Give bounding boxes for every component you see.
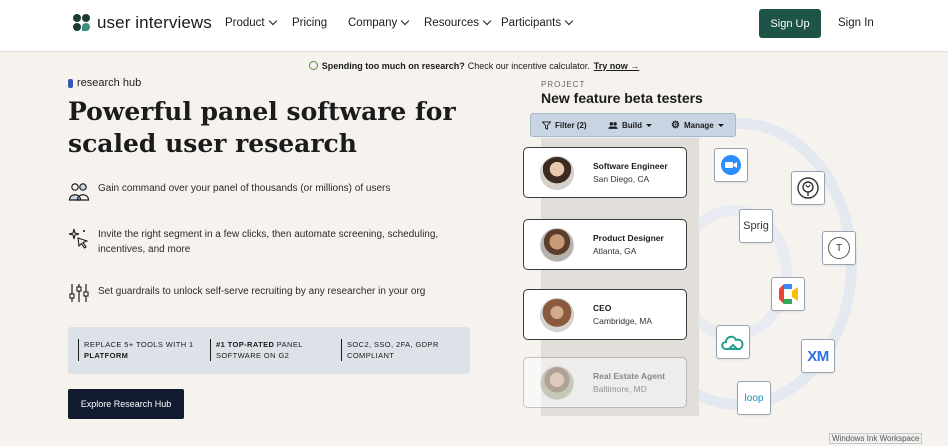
avatar (540, 227, 574, 262)
nav-item-resources[interactable]: Resources (424, 16, 492, 29)
chevron-down-icon (482, 16, 492, 26)
nav-item-company[interactable]: Company (348, 16, 410, 29)
sliders-icon (69, 284, 89, 302)
avatar (540, 365, 574, 400)
stat-line: COMPLIANT (347, 351, 395, 360)
project-title: New feature beta testers (541, 90, 703, 106)
google-meet-icon (771, 277, 805, 311)
xm-icon: XM (801, 339, 835, 373)
logo-mark-icon (73, 14, 91, 32)
sign-up-button[interactable]: Sign Up (759, 9, 821, 38)
participant-card[interactable]: Product Designer Atlanta, GA (523, 219, 687, 270)
feature-text: Invite the right segment in a few clicks… (98, 229, 439, 255)
users-icon (608, 122, 618, 129)
promo-banner: Spending too much on research? Check our… (0, 52, 948, 79)
nav-item-product[interactable]: Product (225, 16, 277, 29)
participant-location: Cambridge, MA (593, 316, 653, 326)
stat-item: #1 TOP-RATED PANEL SOFTWARE ON G2 (210, 339, 330, 361)
participant-card[interactable]: CEO Cambridge, MA (523, 289, 687, 340)
stat-line: REPLACE 5+ TOOLS WITH 1 (84, 340, 194, 349)
feature-item: Invite the right segment in a few clicks… (68, 227, 458, 257)
loop11-icon: loop (737, 381, 771, 415)
xm-label: XM (807, 347, 829, 365)
chevron-down-icon (268, 16, 277, 26)
stat-line: PANEL (274, 340, 303, 349)
gear-icon: ⚙ (671, 119, 680, 131)
avatar (540, 297, 574, 332)
banner-text: Check our incentive calculator. (467, 60, 590, 71)
caret-down-icon (717, 124, 724, 127)
try-now-link[interactable]: Try now → (594, 61, 640, 71)
participant-role: Software Engineer (593, 161, 668, 171)
logo[interactable]: user interviews (73, 13, 212, 33)
explore-research-hub-button[interactable]: Explore Research Hub (68, 389, 184, 419)
filter-button[interactable]: Filter (2) (542, 121, 587, 130)
participant-location: Atlanta, GA (593, 246, 637, 256)
project-toolbar: Filter (2) Build ⚙ Manage (530, 113, 736, 137)
typeform-label: T (835, 242, 843, 254)
sign-in-link[interactable]: Sign In (838, 17, 874, 29)
eyebrow-label: research hub (77, 77, 142, 89)
participant-card[interactable]: Real Estate Agent Baltimore, MD (523, 357, 687, 408)
participant-location: Baltimore, MD (593, 384, 647, 394)
sparkle-cursor-icon (68, 228, 89, 249)
feature-text: Gain command over your panel of thousand… (98, 183, 391, 194)
top-nav: user interviews Product Pricing Company … (0, 0, 948, 52)
stat-line: SOC2, SSO, 2FA, GDPR (347, 340, 439, 349)
nav-item-label: Pricing (292, 17, 328, 29)
build-button[interactable]: Build (608, 121, 652, 130)
loop-label: loop (744, 392, 764, 404)
avatar (540, 155, 574, 190)
stat-line-bold: PLATFORM (84, 351, 129, 360)
sprig-icon: Sprig (739, 209, 773, 243)
manage-label: Manage (683, 121, 714, 130)
stat-line-bold: #1 TOP-RATED (216, 340, 275, 349)
nav-item-label: Participants (501, 17, 562, 29)
typeform-icon: T (822, 231, 856, 265)
nav-item-label: Resources (424, 17, 479, 29)
nav-item-pricing[interactable]: Pricing (292, 17, 327, 29)
qualtrics-icon (791, 171, 825, 205)
chevron-down-icon (400, 16, 410, 26)
filter-icon (542, 121, 551, 130)
project-label: PROJECT (541, 80, 586, 89)
participant-role: Product Designer (593, 233, 664, 243)
feature-item: Gain command over your panel of thousand… (68, 181, 428, 203)
nav-item-label: Product (225, 17, 265, 29)
calculator-icon (308, 61, 318, 70)
sprig-label: Sprig (743, 220, 769, 232)
feature-text: Set guardrails to unlock self-serve recr… (98, 286, 426, 297)
build-label: Build (622, 121, 642, 130)
users-icon (68, 183, 90, 201)
participant-role: CEO (593, 303, 612, 313)
zoom-icon (714, 148, 748, 182)
nav-item-participants[interactable]: Participants (501, 16, 574, 29)
eyebrow: research hub (68, 77, 141, 89)
hero-title: Powerful panel software for scaled user … (68, 97, 456, 158)
feature-item: Set guardrails to unlock self-serve recr… (68, 282, 458, 304)
participant-role: Real Estate Agent (593, 371, 665, 381)
stats-bar: REPLACE 5+ TOOLS WITH 1 PLATFORM #1 TOP-… (68, 327, 470, 374)
nav-item-label: Company (348, 17, 398, 29)
participant-card[interactable]: Software Engineer San Diego, CA (523, 147, 687, 198)
stat-item: SOC2, SSO, 2FA, GDPR COMPLIANT (341, 339, 461, 361)
caret-down-icon (646, 124, 652, 127)
stat-line: SOFTWARE ON G2 (216, 351, 290, 360)
system-watermark: Windows Ink Workspace (829, 433, 923, 444)
banner-bold-text: Spending too much on research? (321, 60, 465, 71)
participant-location: San Diego, CA (593, 174, 650, 184)
research-hub-icon (68, 78, 73, 88)
filter-label: Filter (2) (555, 121, 587, 130)
chevron-down-icon (564, 16, 574, 26)
stat-item: REPLACE 5+ TOOLS WITH 1 PLATFORM (78, 339, 198, 361)
cloud-icon (716, 325, 750, 359)
manage-button[interactable]: ⚙ Manage (671, 119, 724, 131)
logo-text: user interviews (97, 13, 212, 32)
